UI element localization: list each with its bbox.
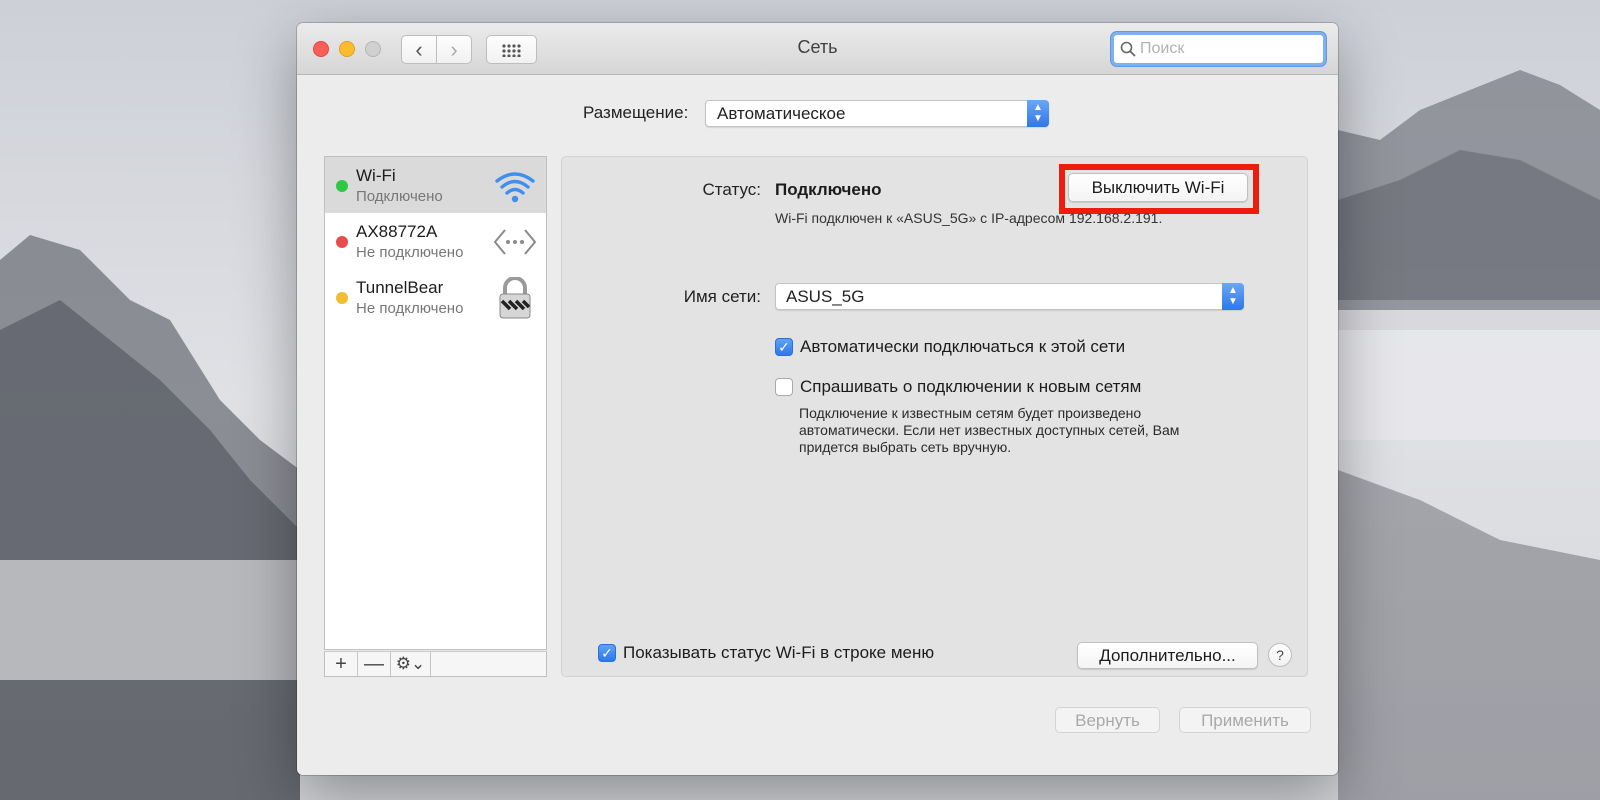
- advanced-button[interactable]: Дополнительно...: [1077, 642, 1258, 669]
- show-status-label: Показывать статус Wi-Fi в строке меню: [623, 643, 935, 662]
- location-value: Автоматическое: [717, 104, 846, 123]
- show-status-checkbox-row[interactable]: ✓ Показывать статус Wi-Fi в строке меню: [598, 643, 934, 663]
- status-dot-red: [336, 236, 348, 248]
- vpn-lock-icon: [499, 277, 531, 319]
- popup-arrows-icon: ▲ ▼: [1222, 283, 1244, 310]
- service-name: AX88772A: [356, 222, 438, 241]
- popup-arrows-icon: ▲ ▼: [1027, 100, 1049, 127]
- detail-panel: Статус: Подключено Выключить Wi-Fi Wi-Fi…: [561, 156, 1308, 677]
- location-label: Размещение:: [583, 103, 689, 122]
- status-description: Wi-Fi подключен к «ASUS_5G» с IP-адресом…: [775, 210, 1163, 226]
- ask-join-checkbox-row[interactable]: Спрашивать о подключении к новым сетям: [775, 377, 1141, 397]
- service-name: Wi-Fi: [356, 166, 396, 185]
- status-label: Статус:: [702, 180, 761, 199]
- service-item-ax88772a[interactable]: AX88772A Не подключено: [325, 213, 546, 269]
- service-item-tunnelbear[interactable]: TunnelBear Не подключено: [325, 269, 546, 325]
- status-value: Подключено: [775, 180, 882, 199]
- apply-button[interactable]: Применить: [1179, 707, 1311, 733]
- service-list: Wi-Fi Подключено AX88772A Не подключено: [324, 156, 547, 650]
- network-preferences-window: ‹ › Сеть Размещение: Автоматическое: [297, 23, 1338, 775]
- titlebar: ‹ › Сеть: [297, 23, 1338, 75]
- ask-join-checkbox[interactable]: [775, 378, 793, 396]
- status-dot-yellow: [336, 292, 348, 304]
- search-input[interactable]: [1140, 40, 1320, 58]
- help-button[interactable]: ?: [1268, 643, 1292, 667]
- revert-button[interactable]: Вернуть: [1055, 707, 1160, 733]
- location-popup[interactable]: Автоматическое ▲ ▼: [705, 100, 1049, 127]
- service-item-wifi[interactable]: Wi-Fi Подключено: [325, 157, 546, 213]
- sidebar-toolbar: + — ⚙⌄: [324, 651, 547, 677]
- add-service-button[interactable]: +: [325, 652, 358, 676]
- search-field[interactable]: [1111, 32, 1326, 66]
- show-status-checkbox[interactable]: ✓: [598, 644, 616, 662]
- remove-service-button[interactable]: —: [358, 652, 391, 676]
- status-dot-green: [336, 180, 348, 192]
- highlight-box: [1059, 164, 1259, 214]
- service-status: Не подключено: [356, 244, 464, 261]
- auto-join-label: Автоматически подключаться к этой сети: [800, 337, 1126, 356]
- service-name: TunnelBear: [356, 278, 444, 297]
- auto-join-checkbox[interactable]: ✓: [775, 338, 793, 356]
- ethernet-icon: [493, 229, 537, 255]
- gear-icon[interactable]: ⚙⌄: [391, 652, 431, 676]
- network-name-label: Имя сети:: [683, 287, 761, 306]
- auto-join-checkbox-row[interactable]: ✓ Автоматически подключаться к этой сети: [775, 337, 1125, 357]
- ask-join-label: Спрашивать о подключении к новым сетям: [800, 377, 1142, 396]
- wifi-icon: [495, 172, 535, 203]
- service-status: Подключено: [356, 188, 443, 205]
- network-name-popup[interactable]: ASUS_5G ▲ ▼: [775, 283, 1244, 310]
- service-status: Не подключено: [356, 300, 464, 317]
- search-icon: [1120, 41, 1136, 57]
- network-name-value: ASUS_5G: [786, 287, 865, 306]
- ask-join-description: Подключение к известным сетям будет прои…: [799, 405, 1180, 455]
